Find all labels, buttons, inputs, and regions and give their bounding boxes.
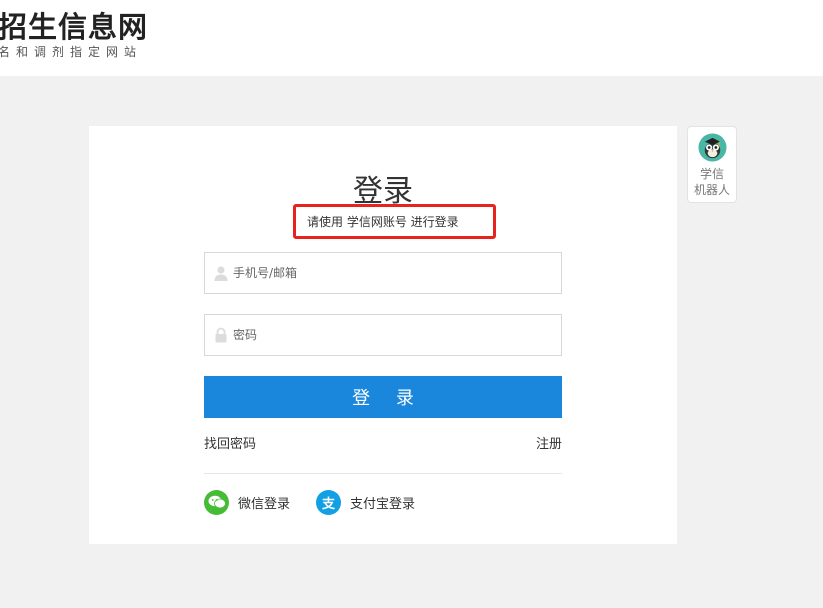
site-title[interactable]: 招生信息网 — [0, 4, 148, 46]
robot-avatar-icon — [698, 133, 727, 162]
login-card: 登录 请使用 学信网账号 进行登录 登 录 找回密码 注册 微信登录 — [89, 126, 677, 544]
phone-email-field[interactable] — [204, 252, 562, 294]
robot-label-line1: 学信 — [699, 167, 724, 181]
login-hint: 请使用 学信网账号 进行登录 — [307, 215, 459, 229]
lock-icon — [215, 327, 227, 343]
login-button[interactable]: 登 录 — [204, 376, 562, 418]
divider — [204, 473, 562, 474]
user-icon — [214, 266, 228, 281]
site-subtitle: 名和调剂指定网站 — [0, 45, 143, 59]
password-field[interactable] — [204, 314, 562, 356]
alipay-login-button[interactable]: 支 支付宝登录 — [316, 489, 415, 515]
phone-email-input[interactable] — [233, 253, 553, 293]
robot-label-line2: 机器人 — [693, 183, 730, 197]
forgot-password-link[interactable]: 找回密码 — [204, 433, 256, 452]
site-header: 招生信息网 名和调剂指定网站 — [0, 0, 823, 76]
wechat-login-label: 微信登录 — [238, 496, 291, 512]
alipay-icon: 支 — [316, 489, 341, 515]
xuexin-robot-widget[interactable]: 学信 机器人 — [687, 126, 737, 203]
wechat-icon — [204, 489, 229, 515]
password-input[interactable] — [233, 315, 553, 355]
wechat-login-button[interactable]: 微信登录 — [204, 489, 290, 515]
register-link[interactable]: 注册 — [536, 433, 562, 452]
alipay-login-label: 支付宝登录 — [350, 496, 416, 512]
